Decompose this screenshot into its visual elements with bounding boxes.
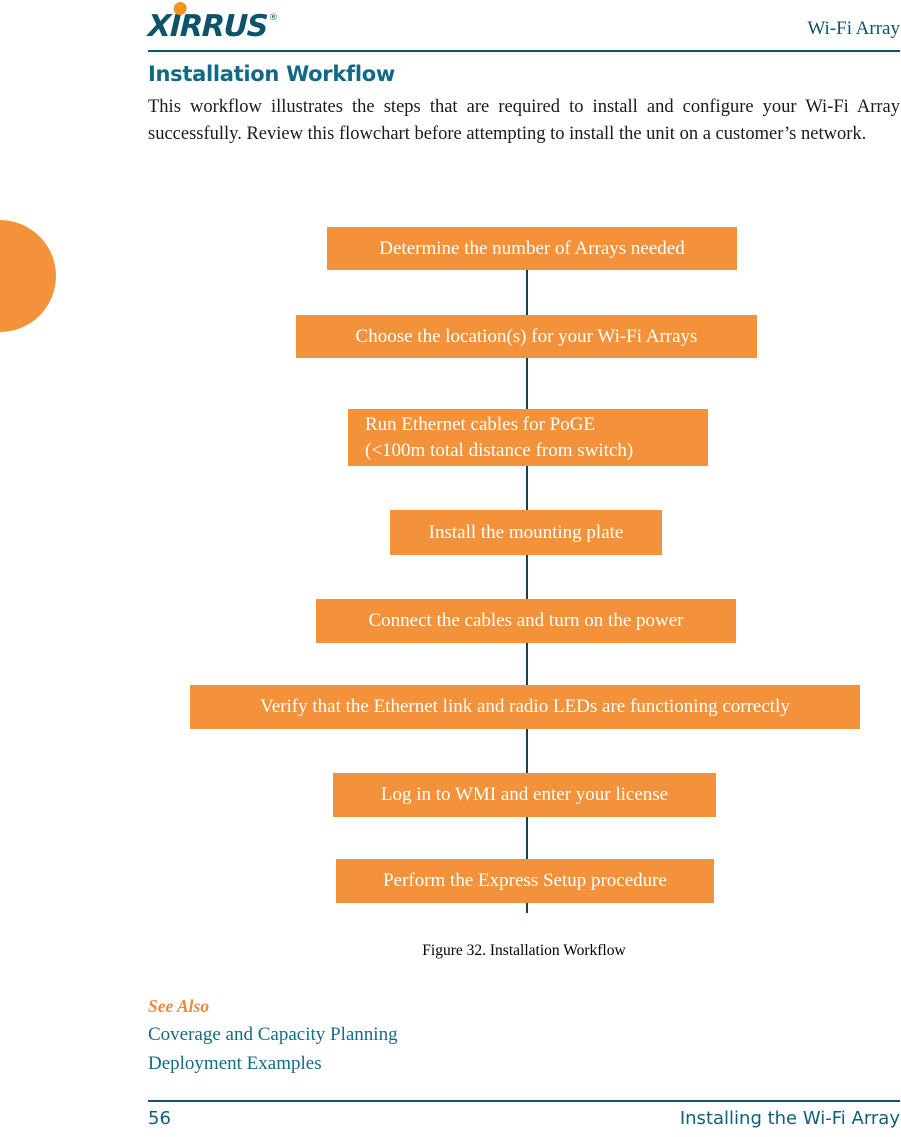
flowchart-step-2: Choose the location(s) for your Wi-Fi Ar… (296, 315, 757, 358)
flowchart-step-6: Verify that the Ethernet link and radio … (190, 685, 860, 729)
header-divider (148, 50, 900, 52)
flowchart-step-3-label: Run Ethernet cables for PoGE (365, 413, 596, 435)
xirrus-logo: XIRRUS ® (147, 2, 277, 44)
footer-page-number: 56 (148, 1108, 171, 1129)
see-also-link-coverage-and-capacity-planning[interactable]: Coverage and Capacity Planning (148, 1020, 900, 1049)
intro-paragraph: This workflow illustrates the steps that… (148, 97, 900, 144)
page-title: Installation Workflow (148, 62, 395, 86)
flowchart-step-8-label: Perform the Express Setup procedure (383, 870, 667, 891)
flowchart-step-2-label: Choose the location(s) for your Wi-Fi Ar… (355, 325, 698, 347)
flowchart-step-4-label: Install the mounting plate (428, 521, 624, 543)
footer-section-title: Installing the Wi-Fi Array (679, 1108, 900, 1129)
flowchart-step-3: Run Ethernet cables for PoGE (<100m tota… (348, 409, 708, 466)
logo-text: XIRRUS (147, 9, 268, 44)
page-footer: 56 Installing the Wi-Fi Array (148, 1108, 900, 1129)
flowchart-step-3-label-line2: (<100m total distance from switch) (365, 439, 634, 461)
see-also-heading: See Also (148, 996, 210, 1016)
footer-divider (148, 1100, 900, 1102)
figure-caption: Figure 32. Installation Workflow (422, 942, 626, 959)
registered-trademark-icon: ® (268, 13, 277, 23)
flowchart-step-7-label: Log in to WMI and enter your license (380, 784, 669, 805)
logo-wordmark-text: XIRRUS ® (147, 2, 277, 44)
flowchart-step-5: Connect the cables and turn on the power (316, 599, 736, 643)
main-content: Installation Workflow This workflow illu… (148, 62, 900, 148)
header-product-title: Wi-Fi Array (807, 18, 900, 39)
flowchart-step-7: Log in to WMI and enter your license (333, 773, 716, 817)
flowchart-step-4: Install the mounting plate (390, 510, 662, 555)
flowchart-step-1-label: Determine the number of Arrays needed (379, 237, 685, 259)
flowchart-step-6-label: Verify that the Ethernet link and radio … (260, 696, 790, 717)
see-also-link-deployment-examples[interactable]: Deployment Examples (148, 1049, 900, 1078)
installation-workflow-flowchart: Determine the number of Arrays needed Ch… (0, 210, 901, 925)
page-header: XIRRUS ® Wi-Fi Array (147, 2, 900, 52)
flowchart-step-8: Perform the Express Setup procedure (336, 859, 714, 903)
flowchart-step-5-label: Connect the cables and turn on the power (368, 610, 684, 631)
see-also-section: See Also Coverage and Capacity Planning … (148, 996, 900, 1078)
flowchart-step-1: Determine the number of Arrays needed (327, 227, 737, 270)
